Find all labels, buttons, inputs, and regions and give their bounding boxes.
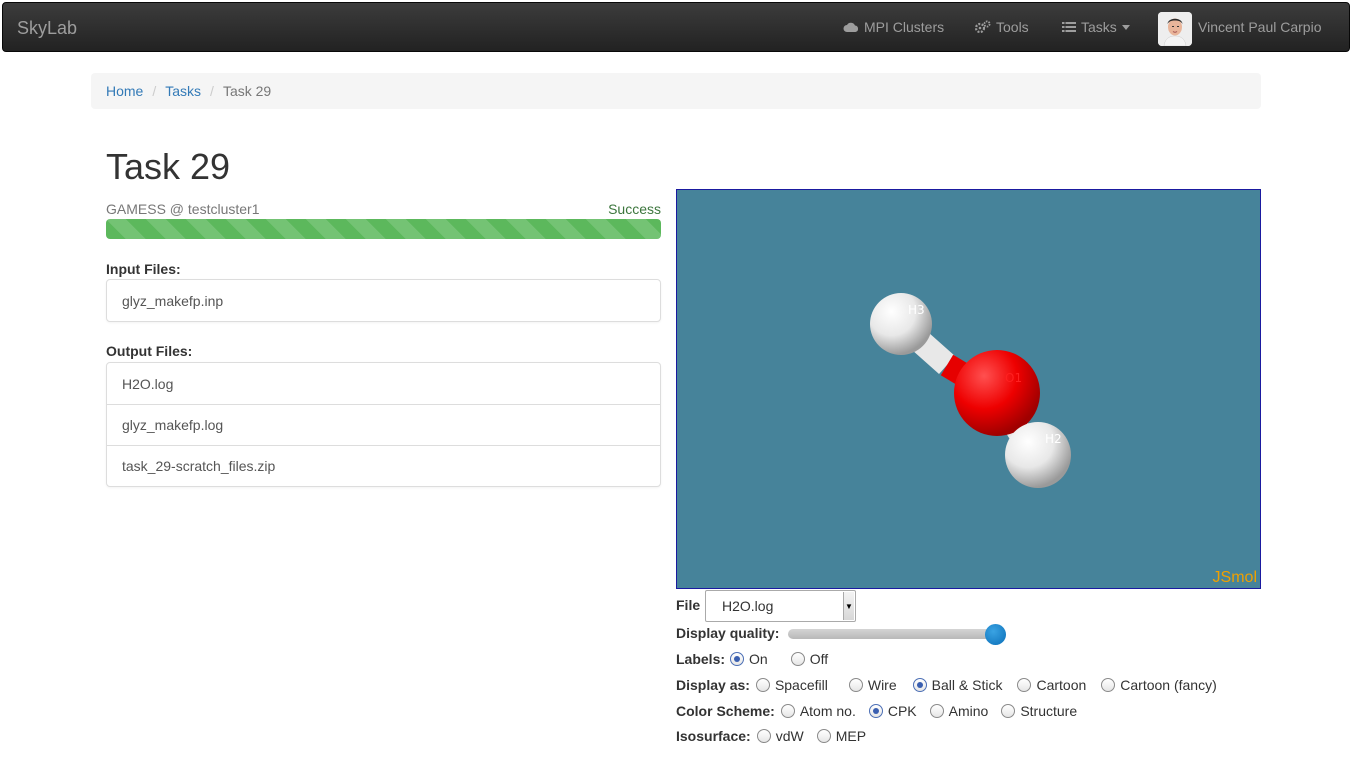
radio-button-icon — [929, 704, 944, 718]
progress-fill — [106, 219, 661, 239]
tasks-icon — [1062, 22, 1076, 32]
labels-on-radio[interactable]: On — [730, 651, 768, 667]
radio-button-icon — [816, 729, 831, 743]
radio-label: Off — [809, 651, 829, 667]
radio-button-icon — [868, 704, 883, 718]
input-files-heading: Input Files: — [106, 261, 181, 277]
iso-mep-radio[interactable]: MEP — [816, 728, 867, 744]
color-cpk-radio[interactable]: CPK — [868, 703, 917, 719]
user-name[interactable]: Vincent Paul Carpio — [1198, 19, 1321, 35]
isosurface-label: Isosurface: — [676, 728, 751, 744]
file-select-value: H2O.log — [722, 598, 774, 614]
breadcrumb-current: Task 29 — [222, 83, 272, 99]
input-files-list: glyz_makefp.inp — [106, 279, 661, 322]
color-scheme-label: Color Scheme: — [676, 703, 775, 719]
progress-bar — [106, 219, 661, 239]
radio-label: Atom no. — [799, 703, 856, 719]
output-file-item[interactable]: task_29-scratch_files.zip — [107, 445, 660, 486]
color-structure-radio[interactable]: Structure — [1001, 703, 1077, 719]
display-cartoon-radio[interactable]: Cartoon — [1017, 677, 1086, 693]
radio-label: vdW — [775, 728, 804, 744]
radio-button-icon — [755, 678, 770, 692]
nav-mpi-clusters[interactable]: MPI Clusters — [843, 19, 944, 35]
atom-label-h2: H2 — [1045, 432, 1062, 446]
radio-label: CPK — [887, 703, 917, 719]
status-text: Success — [608, 201, 661, 217]
page-title: Task 29 — [106, 146, 231, 187]
quality-slider-track[interactable] — [788, 629, 998, 639]
display-spacefill-radio[interactable]: Spacefill — [755, 677, 828, 693]
file-label: File — [676, 597, 701, 613]
radio-label: Structure — [1020, 703, 1078, 719]
breadcrumb-separator: / — [152, 83, 157, 99]
radio-label: Cartoon — [1036, 677, 1087, 693]
quality-slider-thumb[interactable] — [985, 624, 1006, 645]
output-file-item[interactable]: H2O.log — [107, 363, 660, 404]
radio-button-icon — [1001, 704, 1016, 718]
radio-label: On — [749, 651, 768, 667]
labels-control: Labels: On Off — [676, 651, 841, 667]
display-ball-stick-radio[interactable]: Ball & Stick — [912, 677, 1003, 693]
input-file-item[interactable]: glyz_makefp.inp — [107, 280, 660, 321]
iso-vdw-radio[interactable]: vdW — [756, 728, 804, 744]
output-file-item[interactable]: glyz_makefp.log — [107, 404, 660, 445]
nav-mpi-clusters-label: MPI Clusters — [864, 19, 945, 35]
cogs-icon — [975, 20, 991, 34]
breadcrumb-home[interactable]: Home — [106, 83, 143, 99]
radio-label: Cartoon (fancy) — [1120, 677, 1217, 693]
display-as-control: Display as: Spacefill Wire Ball & Stick … — [676, 677, 1230, 693]
breadcrumb-separator: / — [210, 83, 214, 99]
nav-tools[interactable]: Tools — [975, 19, 1029, 35]
atom-label-o1: O1 — [1005, 371, 1022, 385]
color-scheme-control: Color Scheme: Atom no. CPK Amino Structu… — [676, 703, 1090, 719]
job-cluster-label: GAMESS @ testcluster1 — [106, 201, 260, 217]
quality-label: Display quality: — [676, 625, 780, 641]
radio-label: Spacefill — [774, 677, 828, 693]
isosurface-control: Isosurface: vdW MEP — [676, 728, 879, 744]
output-files-heading: Output Files: — [106, 343, 193, 359]
color-amino-radio[interactable]: Amino — [929, 703, 989, 719]
radio-button-icon — [790, 652, 805, 666]
radio-button-icon — [756, 729, 771, 743]
radio-button-icon — [730, 652, 745, 666]
labels-label: Labels: — [676, 651, 726, 667]
display-as-label: Display as: — [676, 677, 750, 693]
radio-label: Wire — [867, 677, 897, 693]
radio-button-icon — [780, 704, 795, 718]
radio-label: Amino — [948, 703, 989, 719]
user-avatar[interactable] — [1158, 12, 1192, 46]
display-wire-radio[interactable]: Wire — [848, 677, 897, 693]
nav-tools-label: Tools — [996, 19, 1029, 35]
breadcrumb: Home / Tasks / Task 29 — [91, 73, 1261, 109]
color-atomno-radio[interactable]: Atom no. — [780, 703, 856, 719]
display-cartoon-fancy-radio[interactable]: Cartoon (fancy) — [1101, 677, 1217, 693]
radio-button-icon — [1017, 678, 1032, 692]
radio-button-icon — [1101, 678, 1116, 692]
caret-down-icon — [1121, 24, 1130, 30]
molecule-viewer[interactable]: H3 O1 H2 JSmol — [676, 189, 1261, 589]
labels-off-radio[interactable]: Off — [790, 651, 829, 667]
file-select[interactable]: H2O.log ▼ — [705, 590, 856, 622]
cloud-icon — [843, 22, 859, 32]
navbar: SkyLab MPI Clusters Tools Tasks Vincent … — [2, 2, 1350, 52]
radio-button-icon — [912, 678, 927, 692]
brand-link[interactable]: SkyLab — [17, 18, 77, 39]
nav-tasks-label: Tasks — [1081, 19, 1117, 35]
nav-tasks-dropdown[interactable]: Tasks — [1062, 19, 1130, 35]
output-files-list: H2O.log glyz_makefp.log task_29-scratch_… — [106, 362, 661, 487]
molecule-canvas[interactable]: H3 O1 H2 — [677, 190, 1261, 589]
chevron-down-icon: ▼ — [843, 592, 854, 620]
quality-control: Display quality: — [676, 625, 785, 641]
breadcrumb-tasks[interactable]: Tasks — [165, 83, 201, 99]
atom-label-h3: H3 — [908, 303, 925, 317]
radio-button-icon — [848, 678, 863, 692]
atom-o1[interactable] — [954, 350, 1040, 436]
radio-label: MEP — [835, 728, 867, 744]
file-control: File — [676, 597, 706, 613]
radio-label: Ball & Stick — [931, 677, 1003, 693]
jsmol-watermark: JSmol — [1212, 569, 1257, 586]
